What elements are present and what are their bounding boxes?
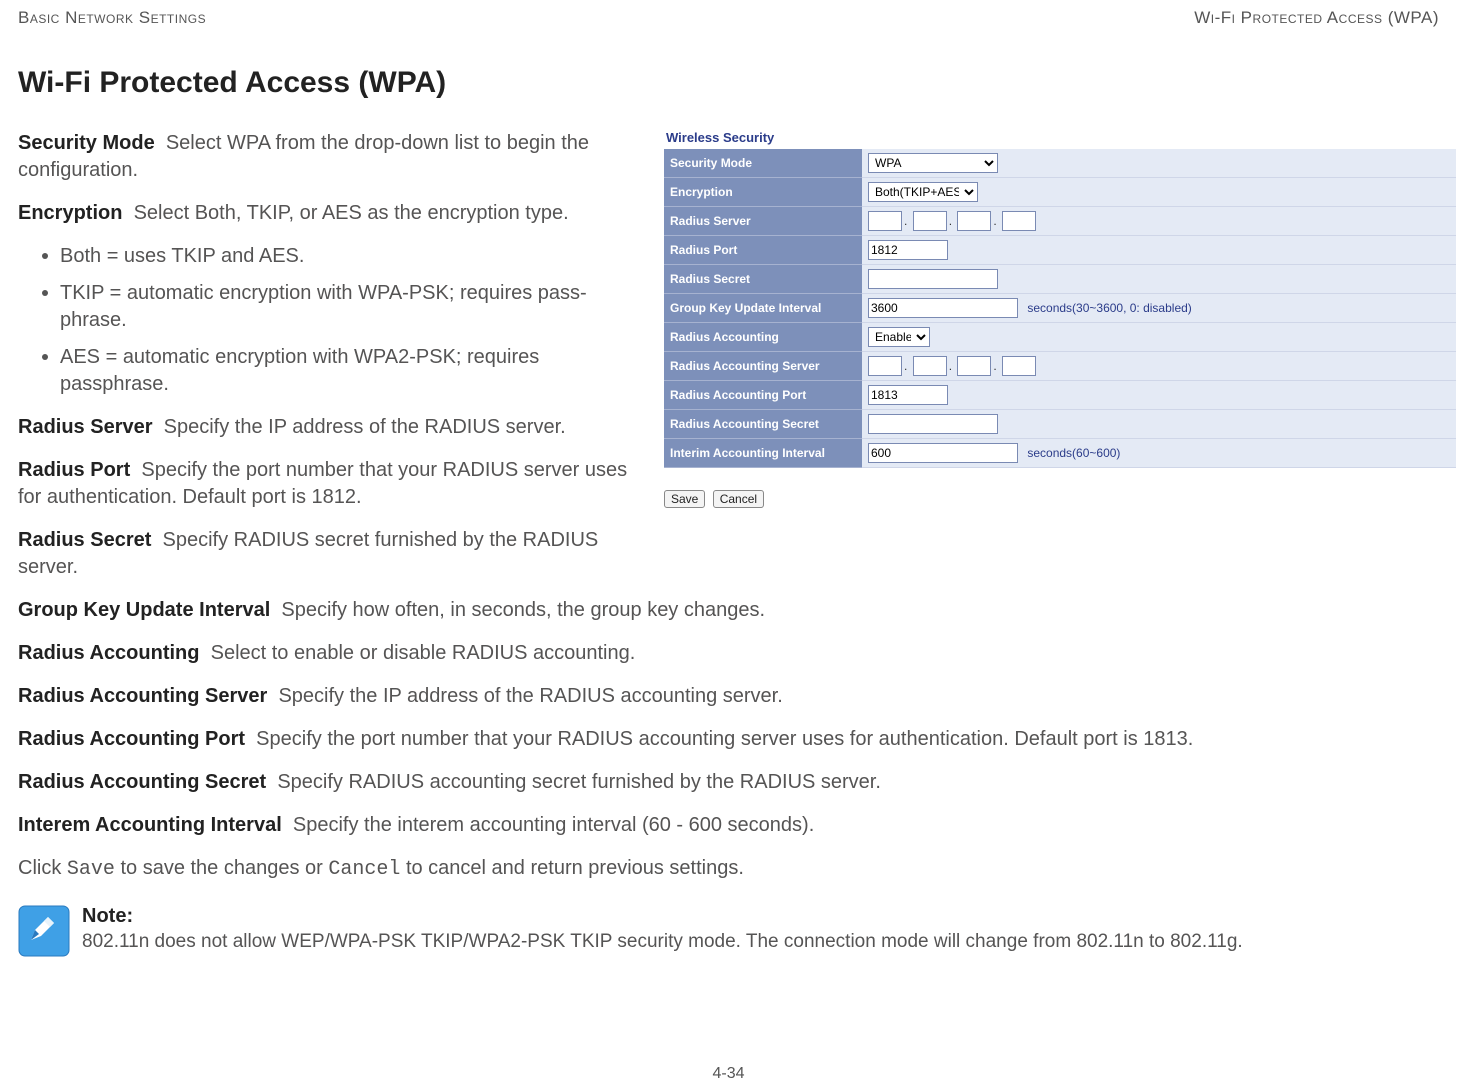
row-radius-secret: Radius Secret [664, 265, 1456, 294]
def-group-key: Group Key Update Interval Specify how of… [18, 597, 1439, 624]
note-title: Note: [82, 905, 1439, 928]
term-radius-accounting: Radius Accounting [18, 642, 199, 664]
term-radius-acct-secret: Radius Accounting Secret [18, 771, 266, 793]
label-encryption: Encryption [664, 178, 862, 207]
running-header-left: Basic Network Settings [18, 8, 206, 28]
radius-server-oct1[interactable] [868, 211, 902, 231]
term-radius-secret: Radius Secret [18, 529, 151, 551]
label-radius-server: Radius Server [664, 207, 862, 236]
list-item: AES = automatic encryption with WPA2-PSK… [42, 344, 640, 398]
closing-instruction: Click Save to save the changes or Cancel… [18, 855, 1439, 883]
encryption-bullets: Both = uses TKIP and AES. TKIP = automat… [18, 243, 640, 398]
label-interim-interval: Interim Accounting Interval [664, 439, 862, 468]
term-encryption: Encryption [18, 202, 122, 224]
panel-title: Wireless Security [664, 130, 1456, 145]
closing-post: to cancel and return previous settings. [400, 857, 744, 879]
select-encryption[interactable]: Both(TKIP+AES) [868, 182, 978, 202]
radius-server-oct2[interactable] [913, 211, 947, 231]
list-item: TKIP = automatic encryption with WPA-PSK… [42, 280, 640, 334]
radius-acct-server-oct1[interactable] [868, 356, 902, 376]
term-interim: Interem Accounting Interval [18, 814, 282, 836]
def-radius-secret: Radius Secret Specify RADIUS secret furn… [18, 527, 640, 581]
def-radius-acct-server: Radius Accounting Server Specify the IP … [18, 683, 1439, 710]
running-header: Basic Network Settings Wi-Fi Protected A… [18, 8, 1439, 28]
desc-encryption: Select Both, TKIP, or AES as the encrypt… [134, 202, 569, 224]
config-table: Security Mode WPA Encryption Both(TKIP+A… [664, 149, 1456, 468]
def-radius-port: Radius Port Specify the port number that… [18, 457, 640, 511]
label-security-mode: Security Mode [664, 149, 862, 178]
desc-radius-acct-server: Specify the IP address of the RADIUS acc… [278, 685, 782, 707]
note-text: 802.11n does not allow WEP/WPA-PSK TKIP/… [82, 930, 1439, 955]
radius-acct-server-oct4[interactable] [1002, 356, 1036, 376]
row-radius-port: Radius Port [664, 236, 1456, 265]
term-radius-server: Radius Server [18, 416, 153, 438]
label-group-key: Group Key Update Interval [664, 294, 862, 323]
list-item: Both = uses TKIP and AES. [42, 243, 640, 270]
config-panel: Wireless Security Security Mode WPA Encr… [664, 130, 1456, 508]
row-interim-interval: Interim Accounting Interval seconds(60~6… [664, 439, 1456, 468]
radius-acct-port-input[interactable] [868, 385, 948, 405]
interim-interval-input[interactable] [868, 443, 1018, 463]
label-radius-acct-server: Radius Accounting Server [664, 352, 862, 381]
def-radius-acct-secret: Radius Accounting Secret Specify RADIUS … [18, 769, 1439, 796]
row-radius-acct-server: Radius Accounting Server . . . [664, 352, 1456, 381]
radius-secret-input[interactable] [868, 269, 998, 289]
desc-radius-accounting: Select to enable or disable RADIUS accou… [211, 642, 636, 664]
desc-radius-acct-port: Specify the port number that your RADIUS… [256, 728, 1193, 750]
term-radius-acct-server: Radius Accounting Server [18, 685, 267, 707]
radius-server-oct3[interactable] [957, 211, 991, 231]
radius-acct-secret-input[interactable] [868, 414, 998, 434]
term-radius-acct-port: Radius Accounting Port [18, 728, 245, 750]
cancel-button[interactable]: Cancel [713, 490, 764, 508]
row-encryption: Encryption Both(TKIP+AES) [664, 178, 1456, 207]
label-radius-acct-port: Radius Accounting Port [664, 381, 862, 410]
row-radius-server: Radius Server . . . [664, 207, 1456, 236]
label-radius-secret: Radius Secret [664, 265, 862, 294]
closing-pre: Click [18, 857, 67, 879]
desc-group-key: Specify how often, in seconds, the group… [281, 599, 765, 621]
group-key-input[interactable] [868, 298, 1018, 318]
group-key-hint: seconds(30~3600, 0: disabled) [1027, 301, 1191, 315]
closing-mid: to save the changes or [115, 857, 328, 879]
label-radius-accounting: Radius Accounting [664, 323, 862, 352]
closing-cancel-literal: Cancel [328, 858, 400, 881]
term-security-mode: Security Mode [18, 132, 155, 154]
def-radius-server: Radius Server Specify the IP address of … [18, 414, 640, 441]
def-radius-accounting: Radius Accounting Select to enable or di… [18, 640, 1439, 667]
row-security-mode: Security Mode WPA [664, 149, 1456, 178]
row-radius-acct-port: Radius Accounting Port [664, 381, 1456, 410]
interim-interval-hint: seconds(60~600) [1027, 446, 1120, 460]
note-box: Note: 802.11n does not allow WEP/WPA-PSK… [18, 905, 1439, 957]
def-radius-acct-port: Radius Accounting Port Specify the port … [18, 726, 1439, 753]
term-group-key: Group Key Update Interval [18, 599, 270, 621]
desc-radius-acct-secret: Specify RADIUS accounting secret furnish… [277, 771, 881, 793]
row-radius-accounting: Radius Accounting Enable [664, 323, 1456, 352]
def-security-mode: Security Mode Select WPA from the drop-d… [18, 130, 640, 184]
label-radius-port: Radius Port [664, 236, 862, 265]
radius-acct-server-oct3[interactable] [957, 356, 991, 376]
radius-acct-server-oct2[interactable] [913, 356, 947, 376]
label-radius-acct-secret: Radius Accounting Secret [664, 410, 862, 439]
save-button[interactable]: Save [664, 490, 705, 508]
desc-radius-server: Specify the IP address of the RADIUS ser… [164, 416, 566, 438]
running-header-right: Wi-Fi Protected Access (WPA) [1194, 8, 1439, 28]
desc-interim: Specify the interem accounting interval … [293, 814, 814, 836]
pencil-note-icon [18, 905, 70, 957]
closing-save-literal: Save [67, 858, 115, 881]
def-interim: Interem Accounting Interval Specify the … [18, 812, 1439, 839]
select-security-mode[interactable]: WPA [868, 153, 998, 173]
select-radius-accounting[interactable]: Enable [868, 327, 930, 347]
page-number: 4-34 [0, 1065, 1457, 1083]
def-encryption: Encryption Select Both, TKIP, or AES as … [18, 200, 640, 227]
page-title: Wi-Fi Protected Access (WPA) [18, 66, 1439, 100]
radius-server-oct4[interactable] [1002, 211, 1036, 231]
row-radius-acct-secret: Radius Accounting Secret [664, 410, 1456, 439]
term-radius-port: Radius Port [18, 459, 130, 481]
radius-port-input[interactable] [868, 240, 948, 260]
row-group-key: Group Key Update Interval seconds(30~360… [664, 294, 1456, 323]
